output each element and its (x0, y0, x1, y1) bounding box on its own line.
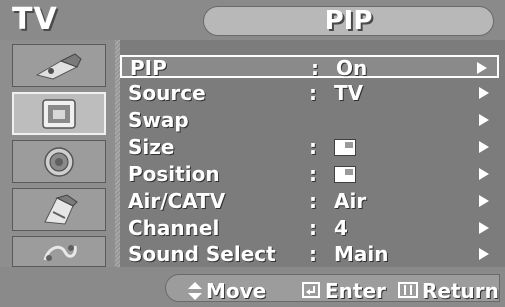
osd-footer: Move Enter Return (0, 267, 505, 307)
position-icon (334, 166, 356, 183)
menu-item-colon: : (311, 56, 319, 80)
menu-item-label: Position (128, 162, 220, 186)
sound-icon (44, 146, 74, 177)
sidebar-item-setup[interactable] (12, 188, 106, 231)
sidebar-item-input[interactable] (12, 92, 106, 135)
return-hint-label: Return (422, 279, 499, 303)
menu-item-label: Air/CATV (128, 189, 226, 213)
menu-item-value: 4 (334, 216, 348, 240)
chevron-right-icon (479, 195, 489, 207)
menu-item-colon: : (309, 189, 317, 213)
sidebar-item-picture[interactable] (12, 44, 106, 87)
osd-header: TV PIP (0, 0, 505, 40)
setup-icon (44, 193, 78, 225)
menu-item-swap[interactable]: Swap (120, 109, 499, 132)
chevron-right-icon (479, 168, 489, 180)
menu-item-position[interactable]: Position : (120, 163, 499, 186)
menu-item-colon: : (309, 135, 317, 159)
tv-osd-screen: TV PIP PIP: On Source: TV Swap Size: … (0, 0, 505, 307)
menu-item-colon: : (309, 242, 317, 266)
tv-title: TV (12, 2, 58, 37)
enter-hint-label: Enter (325, 279, 386, 303)
chevron-right-icon (479, 222, 489, 234)
move-hint-label: Move (206, 279, 267, 303)
menu-item-label: Source (128, 81, 206, 105)
sidebar-item-sound[interactable] (12, 140, 106, 183)
menu-title: PIP (324, 6, 373, 36)
menu-item-source[interactable]: Source : TV (120, 82, 499, 105)
menu-item-label: Sound Select (128, 242, 276, 266)
chevron-right-icon (479, 87, 489, 99)
menu-item-value: TV (334, 81, 364, 105)
menu-item-colon: : (309, 162, 317, 186)
menu-item-colon: : (309, 81, 317, 105)
menu-item-label: PIP (130, 56, 167, 80)
menu-item-air-catv[interactable]: Air/CATV : Air (120, 190, 499, 213)
menu-item-value: On (336, 56, 368, 80)
size-icon (334, 139, 356, 156)
chevron-right-icon (477, 62, 487, 74)
menu-item-pip[interactable]: PIP : On (120, 55, 499, 80)
menu-item-channel[interactable]: Channel : 4 (120, 217, 499, 240)
chevron-right-icon (479, 248, 489, 260)
menu-item-value: Main (334, 242, 389, 266)
menu-item-colon: : (309, 216, 317, 240)
menu-item-label: Size (128, 135, 175, 159)
chevron-right-icon (479, 141, 489, 153)
menu-item-value: Air (334, 189, 367, 213)
chevron-right-icon (479, 114, 489, 126)
menu-item-label: Channel (128, 216, 220, 240)
function-icon (43, 244, 77, 261)
picture-icon (35, 52, 82, 80)
menu-item-size[interactable]: Size : (120, 136, 499, 159)
sidebar-item-function[interactable] (12, 236, 106, 267)
menu-item-label: Swap (128, 108, 189, 132)
enter-icon (302, 282, 320, 298)
menu-item-sound-select[interactable]: Sound Select : Main (120, 243, 499, 266)
menu-icon (398, 282, 418, 298)
input-icon (42, 98, 76, 129)
up-down-arrow-icon (188, 282, 202, 300)
